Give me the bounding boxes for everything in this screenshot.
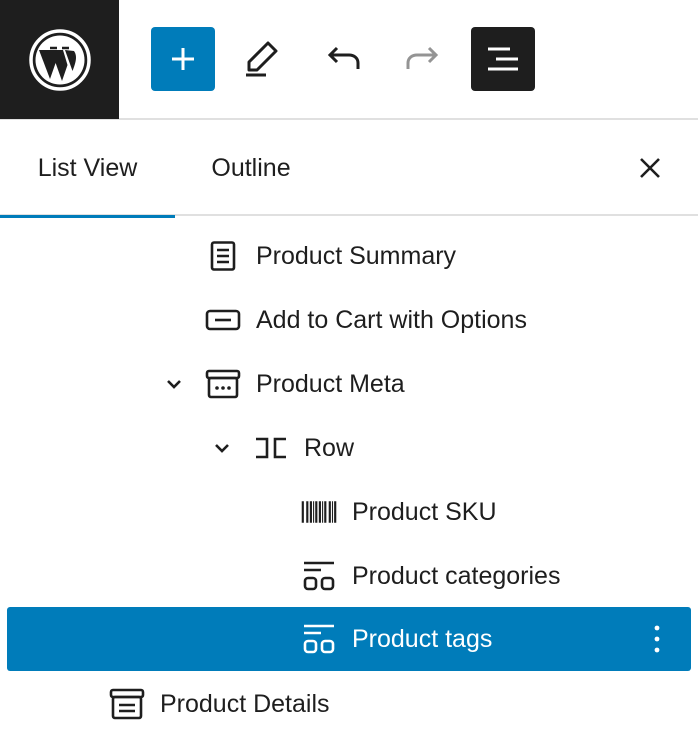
more-vertical-icon (654, 625, 660, 653)
wordpress-logo-icon (28, 28, 91, 91)
block-options-button[interactable] (637, 619, 677, 659)
list-item-product-details[interactable]: Product Details (0, 672, 698, 736)
chevron-down-icon[interactable] (158, 368, 190, 400)
redo-button[interactable] (391, 27, 455, 91)
list-item-product-categories[interactable]: Product categories (0, 544, 698, 608)
archive-icon (205, 366, 241, 402)
editor-toolbar (0, 0, 698, 120)
list-item-row[interactable]: Row (0, 416, 698, 480)
details-icon (109, 686, 145, 722)
list-item-label: Product SKU (352, 498, 497, 526)
terms-icon (301, 558, 337, 594)
redo-icon (406, 46, 439, 69)
wordpress-logo-button[interactable] (0, 0, 119, 119)
pencil-icon (246, 41, 278, 77)
close-panel-button[interactable] (626, 144, 674, 192)
document-icon (205, 238, 241, 274)
tab-list-view[interactable]: List View (0, 120, 175, 218)
sidebar-tabs: List View Outline (0, 120, 698, 218)
list-item-label: Product Meta (256, 370, 405, 398)
undo-button[interactable] (311, 27, 375, 91)
list-view-icon (488, 47, 518, 71)
list-item-product-sku[interactable]: Product SKU (0, 480, 698, 544)
list-item-product-meta[interactable]: Product Meta (0, 352, 698, 416)
list-item-label: Add to Cart with Options (256, 306, 527, 334)
add-block-button[interactable] (151, 27, 215, 91)
tab-outline[interactable]: Outline (175, 120, 327, 216)
plus-icon (172, 48, 194, 70)
row-icon (253, 430, 289, 466)
tools-button[interactable] (230, 27, 294, 91)
list-item-add-to-cart-with-options[interactable]: Add to Cart with Options (0, 288, 698, 352)
document-overview-button[interactable] (471, 27, 535, 91)
button-icon (205, 302, 241, 338)
list-item-label: Product Details (160, 690, 330, 718)
chevron-down-icon[interactable] (206, 432, 238, 464)
list-item-label: Product tags (352, 625, 493, 653)
terms-icon (301, 621, 337, 657)
close-icon (640, 158, 660, 178)
barcode-icon (301, 494, 337, 530)
list-item-label: Row (304, 434, 355, 462)
list-item-label: Product categories (352, 562, 561, 590)
list-item-product-summary[interactable]: Product Summary (0, 224, 698, 288)
list-item-product-tags[interactable]: Product tags (7, 607, 691, 671)
undo-icon (327, 46, 360, 69)
list-item-label: Product Summary (256, 242, 457, 270)
